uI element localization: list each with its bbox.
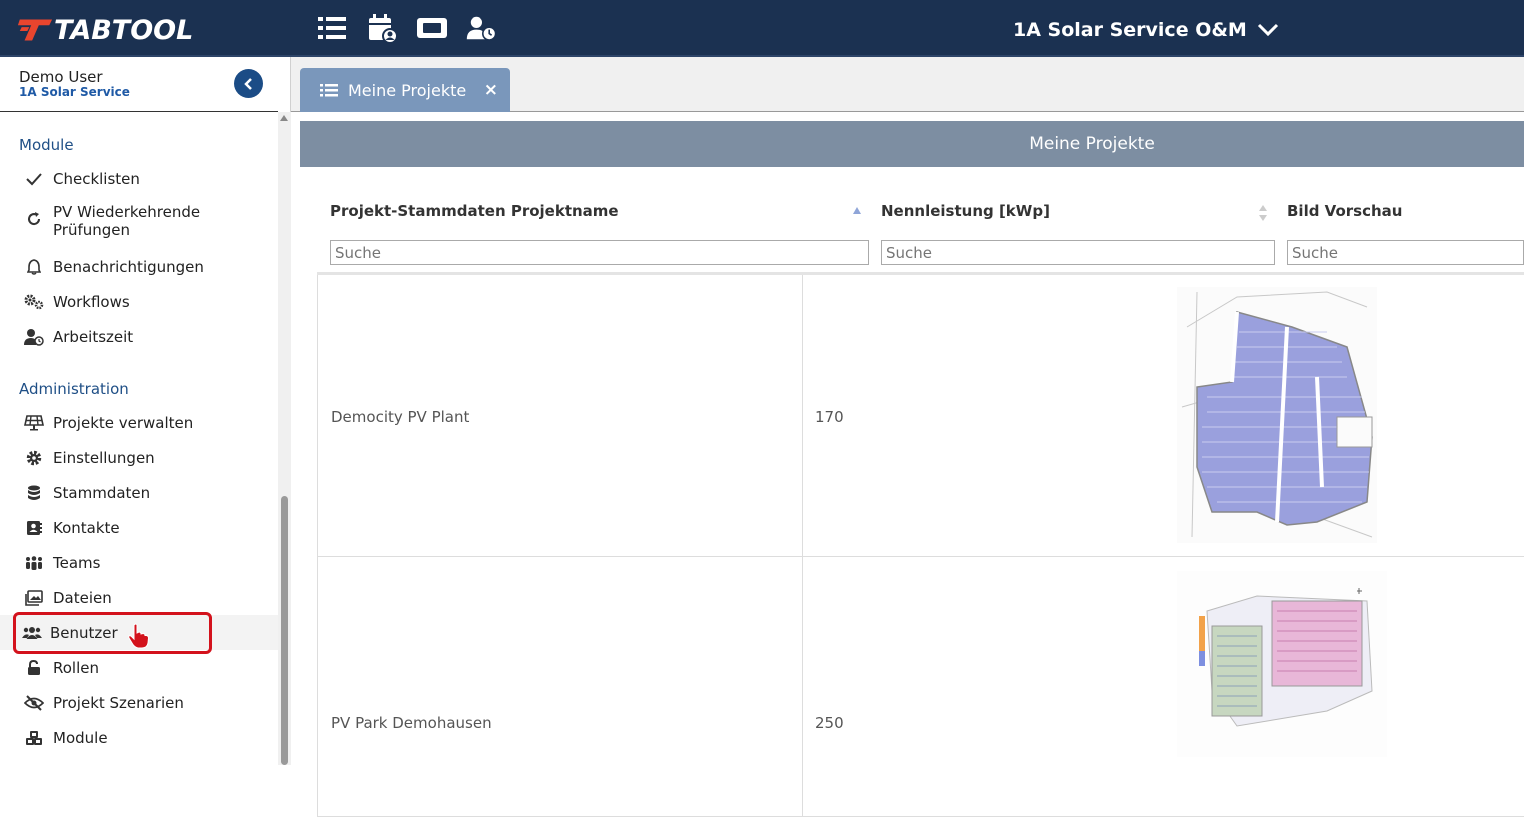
sidebar: Demo User 1A Solar Service Module Checkl…: [0, 57, 291, 765]
chevron-down-icon: [1257, 23, 1278, 37]
project-preview-image[interactable]: [1177, 287, 1377, 543]
section-title-module: Module: [19, 136, 74, 154]
sidebar-item-label: Module: [53, 728, 108, 747]
calendar-user-icon[interactable]: [366, 12, 398, 44]
gear-icon: [24, 448, 44, 468]
tab-close-button[interactable]: ×: [484, 80, 498, 100]
column-header-projektname[interactable]: Projekt-Stammdaten Projektname: [330, 202, 619, 220]
sidebar-item-benachrichtigungen[interactable]: Benachrichtigungen: [0, 249, 278, 284]
eye-slash-icon: [24, 693, 44, 713]
ticket-icon[interactable]: [416, 12, 448, 44]
sidebar-item-kontakte[interactable]: Kontakte: [0, 510, 278, 545]
refresh-icon: [24, 209, 44, 229]
sidebar-item-dateien[interactable]: Dateien: [0, 580, 278, 615]
sidebar-item-rollen[interactable]: Rollen: [0, 650, 278, 685]
top-bar: TABTOOL 1A Solar Service O&M: [0, 0, 1524, 57]
project-preview-image[interactable]: [1177, 571, 1387, 757]
sidebar-item-label: Arbeitszeit: [53, 327, 134, 346]
sidebar-item-label: Checklisten: [53, 169, 140, 188]
logo-text: TABTOOL: [54, 14, 194, 46]
cogs-icon: [24, 292, 44, 312]
sidebar-item-stammdaten[interactable]: Stammdaten: [0, 475, 278, 510]
user-name: Demo User: [19, 68, 103, 86]
sidebar-item-label: Teams: [53, 553, 101, 572]
sidebar-item-label: Dateien: [53, 588, 112, 607]
cubes-icon: [24, 728, 44, 748]
cell-nennleistung: 170: [815, 408, 844, 426]
people-group-icon: [24, 553, 44, 573]
column-header-bild-vorschau[interactable]: Bild Vorschau: [1287, 202, 1402, 220]
company-selector[interactable]: 1A Solar Service O&M: [1013, 19, 1279, 41]
sidebar-item-pv-wiederkehrende-pruefungen[interactable]: PV Wiederkehrende Prüfungen: [0, 203, 278, 247]
collapse-sidebar-button[interactable]: [234, 69, 263, 98]
cell-projektname: PV Park Demohausen: [331, 714, 492, 732]
sidebar-item-label: Workflows: [53, 292, 130, 311]
tab-meine-projekte[interactable]: Meine Projekte ×: [300, 68, 510, 112]
sidebar-item-projekt-szenarien[interactable]: Projekt Szenarien: [0, 685, 278, 720]
scroll-up-icon[interactable]: [280, 115, 288, 121]
column-divider: [802, 557, 803, 817]
user-clock-icon: [24, 327, 44, 347]
sidebar-item-workflows[interactable]: Workflows: [0, 284, 278, 319]
panel-title: Meine Projekte: [300, 121, 1524, 167]
table-row[interactable]: Democity PV Plant 170: [317, 275, 1524, 557]
cell-projektname: Democity PV Plant: [331, 408, 470, 426]
sort-both-icon[interactable]: [1258, 204, 1268, 222]
sidebar-item-label: Projekt Szenarien: [53, 693, 184, 712]
search-input-nennleistung[interactable]: [881, 240, 1275, 265]
sort-asc-icon[interactable]: [852, 206, 862, 216]
company-name: 1A Solar Service O&M: [1013, 19, 1247, 41]
column-header-label: Nennleistung [kWp]: [881, 202, 1050, 220]
scrollbar-thumb[interactable]: [281, 496, 288, 765]
main-content: Meine Projekte × Meine Projekte Projekt-…: [291, 57, 1524, 817]
sidebar-item-label: Benachrichtigungen: [53, 257, 204, 276]
tab-strip: Meine Projekte ×: [291, 57, 1524, 112]
sidebar-item-module[interactable]: Module: [0, 720, 278, 755]
sidebar-item-arbeitszeit[interactable]: Arbeitszeit: [0, 319, 278, 354]
section-title-administration: Administration: [19, 380, 129, 398]
sidebar-item-projekte-verwalten[interactable]: Projekte verwalten: [0, 405, 278, 440]
logo-mark-icon: [17, 19, 53, 41]
sidebar-item-label: Stammdaten: [53, 483, 151, 502]
tab-label: Meine Projekte: [348, 80, 467, 100]
search-input-bild-vorschau[interactable]: [1287, 240, 1524, 265]
cell-nennleistung: 250: [815, 714, 844, 732]
sidebar-item-label: Einstellungen: [53, 448, 155, 467]
column-divider: [802, 275, 803, 557]
solar-panel-icon: [24, 413, 44, 433]
user-clock-icon[interactable]: [466, 12, 498, 44]
panel-title-text: Meine Projekte: [1029, 134, 1155, 154]
sidebar-item-label: Kontakte: [53, 518, 120, 537]
search-input-projektname[interactable]: [330, 240, 869, 265]
top-toolbar: [316, 12, 498, 44]
sidebar-item-label: PV Wiederkehrende Prüfungen: [53, 203, 201, 239]
list-icon: [320, 84, 338, 97]
sidebar-item-teams[interactable]: Teams: [0, 545, 278, 580]
sidebar-scrollbar[interactable]: [278, 112, 291, 765]
sidebar-item-label: Projekte verwalten: [53, 413, 194, 432]
images-icon: [24, 588, 44, 608]
user-company: 1A Solar Service: [19, 85, 130, 99]
tabtool-logo[interactable]: TABTOOL: [16, 14, 194, 46]
highlight-annotation: [13, 612, 212, 654]
column-header-label: Projekt-Stammdaten Projektname: [330, 202, 619, 220]
bell-icon: [24, 257, 44, 277]
sidebar-item-label: Rollen: [53, 658, 99, 677]
sidebar-item-einstellungen[interactable]: Einstellungen: [0, 440, 278, 475]
sidebar-item-checklisten[interactable]: Checklisten: [0, 161, 278, 196]
table-row[interactable]: PV Park Demohausen 250: [317, 557, 1524, 817]
check-icon: [24, 169, 44, 189]
list-icon[interactable]: [316, 12, 348, 44]
address-book-icon: [24, 518, 44, 538]
chevron-left-icon: [243, 77, 252, 90]
user-box: Demo User 1A Solar Service: [0, 57, 278, 112]
column-header-nennleistung[interactable]: Nennleistung [kWp]: [881, 202, 1050, 220]
column-header-label: Bild Vorschau: [1287, 202, 1403, 220]
database-icon: [24, 483, 44, 503]
hand-pointer-icon: [128, 623, 150, 649]
unlock-icon: [24, 658, 44, 678]
